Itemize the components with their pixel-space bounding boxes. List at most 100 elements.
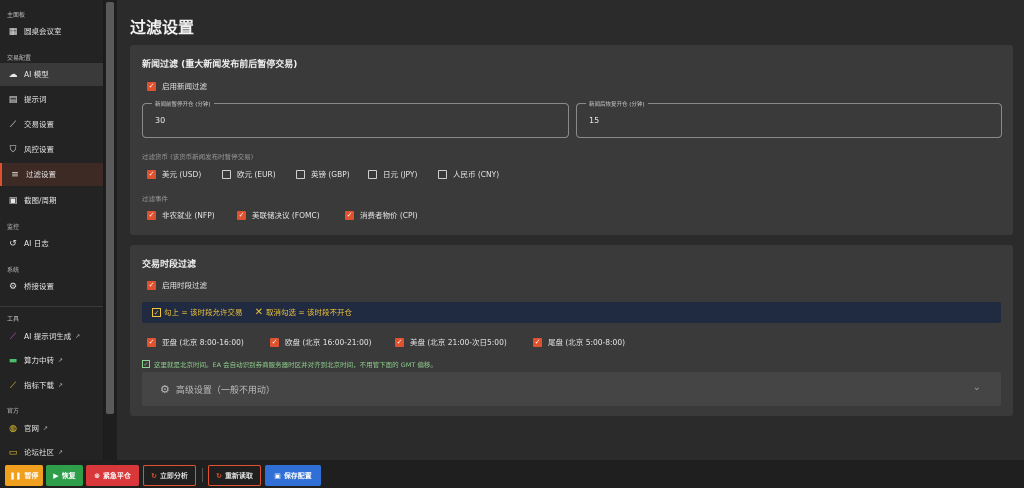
checkbox-label: 启用时段过滤 — [162, 281, 207, 290]
session-asia-checkbox[interactable]: ✓ 亚盘 (北京 8:00-16:00) — [147, 337, 244, 348]
sidebar-item-label: 算力中转 — [24, 356, 54, 365]
button-label: 立即分析 — [159, 471, 188, 480]
checkbox-label: 欧元 (EUR) — [237, 170, 276, 179]
event-nfp-checkbox[interactable]: ✓ 非农就业 (NFP) — [147, 210, 215, 221]
currency-gbp-checkbox[interactable]: 英镑 (GBP) — [296, 169, 350, 180]
sidebar-item-prompt-generator[interactable]: ⟋ AI 提示词生成 ↗ — [0, 325, 103, 348]
bottom-divider — [202, 468, 203, 482]
save-config-button[interactable]: ▣ 保存配置 — [265, 465, 321, 486]
pause-before-news-field[interactable]: 新闻前暂停开仓 (分钟) 30 — [142, 100, 569, 138]
checkbox-checked-icon: ✓ — [270, 338, 279, 347]
checkbox-label: 英镑 (GBP) — [311, 170, 350, 179]
sidebar-item-forum[interactable]: ▭ 论坛社区 ↗ — [0, 441, 103, 460]
checkbox-checked-icon: ✓ — [147, 170, 156, 179]
sidebar-item-website[interactable]: ◍ 官网 ↗ — [0, 417, 103, 440]
session-filter-card: 交易时段过滤 ✓ 启用时段过滤 ✓ 勾上 = 该时段允许交易 ✕ 取消勾选 = … — [130, 245, 1013, 416]
session-late-checkbox[interactable]: ✓ 尾盘 (北京 5:00-8:00) — [533, 337, 625, 348]
advanced-settings-label: 高级设置（一般不用动） — [175, 385, 275, 396]
sidebar-item-prompts[interactable]: ▤ 提示词 — [0, 88, 103, 111]
button-label: 暂停 — [24, 471, 39, 480]
event-filter-hint: 过滤事件 — [142, 195, 168, 203]
news-filter-title: 新闻过滤 (重大新闻发布前后暂停交易) — [142, 60, 298, 70]
save-icon: ▣ — [274, 471, 281, 480]
chart-line-icon: ⟋ — [9, 119, 17, 130]
sidebar-item-risk-settings[interactable]: ⛉ 风控设置 — [0, 138, 103, 161]
sidebar-item-roundtable[interactable]: ▦ 圆桌会议室 — [0, 20, 103, 43]
sidebar-item-filter-settings[interactable]: ≡ 过滤设置 — [0, 163, 103, 186]
sidebar: 主面板 ▦ 圆桌会议室 交易配置 ☁ AI 模型 ▤ 提示词 ⟋ 交易设置 ⛉ … — [0, 0, 104, 460]
checkbox-checked-icon: ✓ — [147, 281, 156, 290]
event-fomc-checkbox[interactable]: ✓ 美联储决议 (FOMC) — [237, 210, 320, 221]
reload-button[interactable]: ↻ 重新读取 — [208, 465, 261, 486]
checkbox-label: 欧盘 (北京 16:00-21:00) — [285, 338, 372, 347]
checkbox-unchecked-icon — [368, 170, 377, 179]
checkbox-unchecked-icon — [438, 170, 447, 179]
advanced-settings-accordion[interactable]: ⚙ 高级设置（一般不用动） ⌄ — [142, 372, 1001, 406]
chat-icon: ▭ — [8, 447, 18, 458]
image-stack-icon: ▣ — [8, 195, 18, 206]
sidebar-item-label: AI 模型 — [24, 70, 49, 79]
external-link-icon: ↗ — [43, 425, 49, 432]
gear-icon: ⚙ — [8, 281, 18, 292]
checkbox-checked-icon: ✓ — [147, 82, 156, 91]
external-link-icon: ↗ — [58, 357, 64, 364]
section-system: 系统 — [7, 267, 20, 274]
checkbox-unchecked-icon — [296, 170, 305, 179]
history-icon: ↺ — [9, 238, 17, 249]
sidebar-item-bridge-settings[interactable]: ⚙ 桥接设置 — [0, 275, 103, 298]
sidebar-item-label: 过滤设置 — [26, 170, 56, 179]
field-value: 30 — [155, 116, 166, 125]
currency-eur-checkbox[interactable]: 欧元 (EUR) — [222, 169, 276, 180]
bottom-action-bar: ❚❚ 暂停 ▶ 恢复 ⊗ 紧急平仓 ↻ 立即分析 ↻ 重新读取 ▣ 保存配置 — [0, 460, 1024, 488]
checkbox-legend-icon: ✓ — [152, 308, 161, 317]
checkbox-label: 消费者物价 (CPI) — [360, 211, 418, 220]
emergency-close-button[interactable]: ⊗ 紧急平仓 — [86, 465, 139, 486]
sidebar-item-trade-settings[interactable]: ⟋ 交易设置 — [0, 113, 103, 136]
session-us-checkbox[interactable]: ✓ 美盘 (北京 21:00-次日5:00) — [395, 337, 507, 348]
button-label: 紧急平仓 — [102, 471, 131, 480]
sidebar-item-label: 风控设置 — [24, 145, 54, 154]
sidebar-item-ai-model[interactable]: ☁ AI 模型 — [0, 63, 103, 86]
section-official: 官方 — [7, 408, 20, 415]
session-filter-enable-checkbox[interactable]: ✓ 启用时段过滤 — [147, 280, 207, 291]
document-icon: ▤ — [8, 94, 18, 105]
filter-icon: ≡ — [11, 169, 19, 180]
checkbox-label: 亚盘 (北京 8:00-16:00) — [162, 338, 244, 347]
sidebar-item-compute-relay[interactable]: ▬ 算力中转 ↗ — [0, 349, 103, 372]
checkbox-checked-icon: ✓ — [147, 211, 156, 220]
pause-icon: ❚❚ — [9, 471, 22, 480]
checkbox-label: 启用新闻过滤 — [162, 82, 207, 91]
checkbox-checked-icon: ✓ — [395, 338, 404, 347]
analyze-now-button[interactable]: ↻ 立即分析 — [143, 465, 196, 486]
sidebar-item-label: 官网 — [24, 424, 39, 433]
magic-wand-icon: ⟋ — [9, 331, 17, 342]
sidebar-divider — [0, 306, 103, 307]
button-label: 重新读取 — [224, 471, 253, 480]
sidebar-scrollbar-thumb[interactable] — [106, 2, 114, 414]
event-cpi-checkbox[interactable]: ✓ 消费者物价 (CPI) — [345, 210, 418, 221]
timezone-note-text: 这里就是北京时间。EA 会自动识别券商服务器时区并对齐到北京时间，不用管下面的 … — [154, 361, 437, 369]
sidebar-item-indicator-download[interactable]: ⟋ 指标下载 ↗ — [0, 374, 103, 397]
checkbox-label: 非农就业 (NFP) — [162, 211, 215, 220]
main-content: 过滤设置 新闻过滤 (重大新闻发布前后暂停交易) ✓ 启用新闻过滤 新闻前暂停开… — [117, 0, 1024, 460]
checkbox-checked-icon: ✓ — [345, 211, 354, 220]
button-label: 恢复 — [61, 471, 76, 480]
news-filter-enable-checkbox[interactable]: ✓ 启用新闻过滤 — [147, 81, 207, 92]
currency-usd-checkbox[interactable]: ✓ 美元 (USD) — [147, 169, 201, 180]
checkbox-checked-icon: ✓ — [147, 338, 156, 347]
sidebar-item-label: 指标下载 — [24, 381, 54, 390]
sidebar-item-label: AI 日志 — [24, 239, 49, 248]
sidebar-item-screenshot-period[interactable]: ▣ 截图/周期 — [0, 189, 103, 212]
field-label: 新闻前暂停开仓 (分钟) — [152, 100, 214, 108]
pause-button[interactable]: ❚❚ 暂停 — [5, 465, 43, 486]
shield-icon: ⛉ — [9, 144, 17, 155]
session-europe-checkbox[interactable]: ✓ 欧盘 (北京 16:00-21:00) — [270, 337, 372, 348]
currency-jpy-checkbox[interactable]: 日元 (JPY) — [368, 169, 417, 180]
sidebar-item-label: 截图/周期 — [24, 196, 57, 205]
sidebar-item-ai-log[interactable]: ↺ AI 日志 — [0, 232, 103, 255]
currency-cny-checkbox[interactable]: 人民币 (CNY) — [438, 169, 499, 180]
resume-button[interactable]: ▶ 恢复 — [46, 465, 83, 486]
banner-deny-text: 取消勾选 = 该时段不开仓 — [265, 308, 353, 317]
resume-after-news-field[interactable]: 新闻后恢复开仓 (分钟) 15 — [576, 100, 1002, 138]
section-main: 主面板 — [7, 12, 26, 19]
